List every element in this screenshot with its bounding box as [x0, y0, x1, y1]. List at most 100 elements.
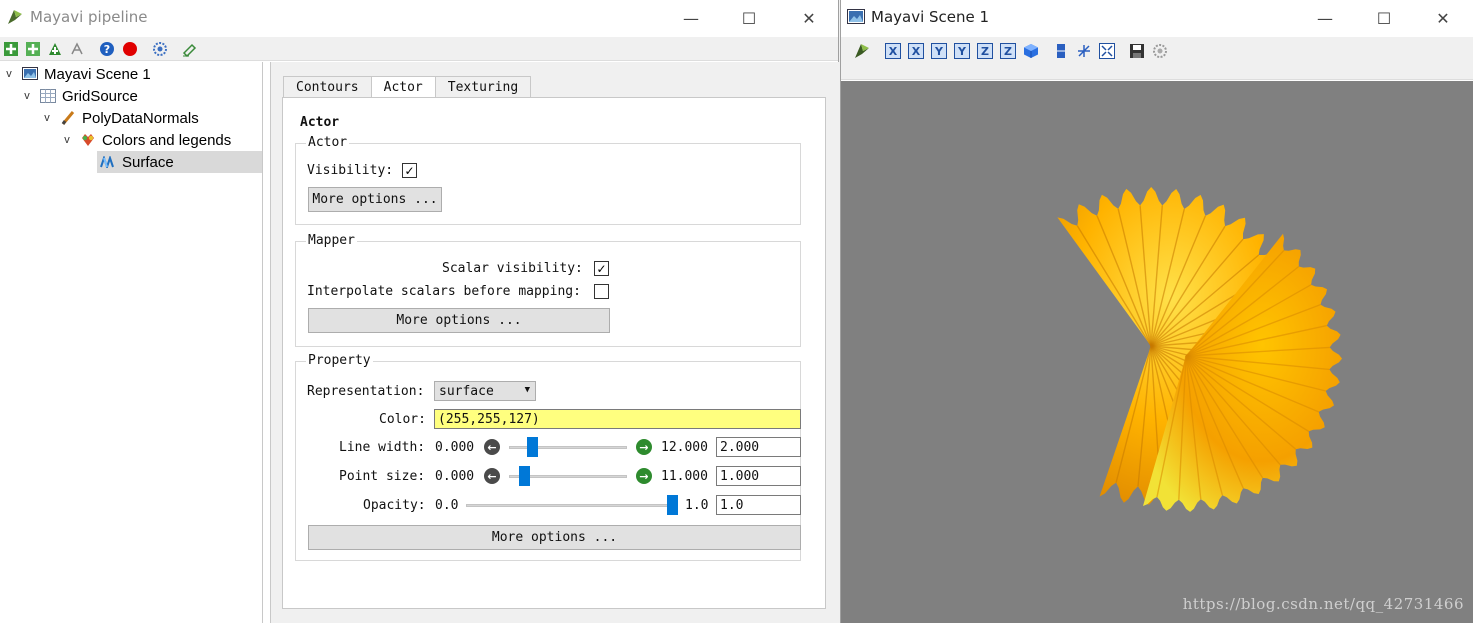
tree-label: Mayavi Scene 1	[44, 65, 151, 83]
minimize-button[interactable]: —	[1296, 0, 1354, 36]
scene-title: Mayavi Scene 1	[871, 8, 990, 26]
svg-text:X: X	[912, 45, 921, 58]
svg-text:Y: Y	[957, 45, 967, 58]
arrow-left-icon[interactable]: ←	[484, 468, 500, 484]
opacity-min: 0.0	[435, 498, 459, 513]
mapper-more-options-button[interactable]: More options ...	[308, 308, 610, 333]
color-label: Color:	[379, 412, 426, 427]
check-mark-icon: ✓	[596, 261, 607, 276]
view-minus-z-axis-icon[interactable]: Z	[999, 42, 1017, 60]
add-module-icon[interactable]	[46, 40, 64, 58]
scalar-visibility-label: Scalar visibility:	[442, 261, 583, 276]
record-icon[interactable]	[121, 40, 139, 58]
filter-icon	[60, 110, 76, 126]
arrow-left-icon[interactable]: ←	[484, 439, 500, 455]
tab-contours[interactable]: Contours	[283, 76, 372, 98]
chevron-down-icon[interactable]: v	[60, 134, 74, 146]
view-z-axis-icon[interactable]: Z	[976, 42, 994, 60]
line-width-slider-thumb[interactable]	[526, 437, 538, 457]
svg-text:?: ?	[104, 43, 110, 56]
color-field[interactable]: (255,255,127)	[434, 409, 801, 429]
surface-icon	[100, 154, 116, 170]
add-filter-icon[interactable]	[24, 40, 42, 58]
point-size-min: 0.000	[435, 469, 475, 484]
mapper-group: Mapper Scalar visibility: ✓ Interpolate …	[295, 233, 801, 347]
visibility-label: Visibility:	[307, 163, 394, 178]
scene-toolbar: X X Y Y Z Z	[841, 37, 1473, 80]
chevron-down-icon[interactable]: v	[20, 90, 34, 102]
actor-group: Actor Visibility: ✓ More options ...	[295, 135, 801, 225]
interpolate-scalars-checkbox[interactable]	[594, 284, 609, 299]
property-group: Property Representation: surface ▼ Color…	[295, 353, 801, 561]
scene-icon	[847, 9, 865, 24]
opacity-slider-track[interactable]	[466, 504, 678, 507]
chevron-down-icon[interactable]: v	[2, 68, 16, 80]
configure-scene-gear-icon[interactable]	[1151, 42, 1169, 60]
mayavi-pipeline-window: Mayavi pipeline — ☐ ✕ ? v Mayavi Scene 1…	[0, 0, 839, 623]
interpolate-scalars-label: Interpolate scalars before mapping:	[307, 284, 581, 299]
tree-label: Colors and legends	[102, 131, 232, 149]
view-minus-y-axis-icon[interactable]: Y	[953, 42, 971, 60]
visibility-checkbox[interactable]: ✓	[402, 163, 417, 178]
maximize-button[interactable]: ☐	[1355, 0, 1413, 36]
axes-indicator-icon[interactable]	[1075, 42, 1093, 60]
representation-select[interactable]: surface ▼	[434, 381, 536, 401]
save-icon[interactable]	[1128, 42, 1146, 60]
add-data-source-icon[interactable]	[2, 40, 20, 58]
svg-text:Y: Y	[934, 45, 944, 58]
line-width-label: Line width:	[339, 440, 426, 455]
help-icon[interactable]: ?	[98, 40, 116, 58]
chevron-down-icon[interactable]: v	[40, 112, 54, 124]
opacity-input[interactable]: 1.0	[716, 495, 801, 515]
mayavi-pipeline-icon[interactable]	[853, 42, 871, 60]
line-width-max: 12.000	[661, 440, 708, 455]
isometric-view-cube-icon[interactable]	[1022, 42, 1040, 60]
settings-gear-icon[interactable]	[151, 40, 169, 58]
parallel-projection-icon[interactable]	[1052, 42, 1070, 60]
opacity-max: 1.0	[685, 498, 709, 513]
actor-group-title: Actor	[306, 135, 350, 150]
view-minus-x-axis-icon[interactable]: X	[907, 42, 925, 60]
tree-node-scene[interactable]: v Mayavi Scene 1	[2, 63, 262, 85]
point-size-label: Point size:	[339, 469, 426, 484]
tree-node-colors-and-legends[interactable]: v Colors and legends	[60, 129, 260, 151]
scene-titlebar: Mayavi Scene 1 — ☐ ✕	[841, 0, 1473, 36]
tree-node-polydatanormals[interactable]: v PolyDataNormals	[40, 107, 260, 129]
line-width-input[interactable]: 2.000	[716, 437, 801, 457]
opacity-slider-thumb[interactable]	[667, 495, 678, 515]
property-more-options-button[interactable]: More options ...	[308, 525, 801, 550]
svg-text:Z: Z	[1004, 45, 1012, 58]
3d-scene-viewport[interactable]: https://blog.csdn.net/qq_42731466	[841, 81, 1473, 623]
tree-label: Surface	[122, 153, 174, 171]
point-size-slider-thumb[interactable]	[518, 466, 530, 486]
colors-icon	[80, 132, 96, 148]
close-button[interactable]: ✕	[780, 0, 838, 36]
minimize-button[interactable]: —	[662, 0, 720, 36]
tree-node-surface[interactable]: Surface	[97, 151, 262, 173]
tab-texturing[interactable]: Texturing	[434, 76, 532, 98]
mayavi-logo-icon	[8, 10, 22, 24]
view-y-axis-icon[interactable]: Y	[930, 42, 948, 60]
actor-more-options-button[interactable]: More options ...	[308, 187, 442, 212]
rendered-surface	[1057, 187, 1342, 512]
scalar-visibility-checkbox[interactable]: ✓	[594, 261, 609, 276]
properties-panel: Contours Actor Texturing Actor Actor Vis…	[270, 62, 839, 623]
pipeline-tree: v Mayavi Scene 1 v GridSource v PolyData…	[0, 62, 263, 623]
arrow-right-icon[interactable]: →	[636, 439, 652, 455]
maximize-button[interactable]: ☐	[720, 0, 778, 36]
close-button[interactable]: ✕	[1414, 0, 1472, 36]
pipeline-toolbar: ?	[0, 37, 838, 61]
mayavi-scene-window: Mayavi Scene 1 — ☐ ✕ X X Y Y Z Z https:/…	[840, 0, 1473, 623]
tab-actor[interactable]: Actor	[370, 76, 436, 99]
fullscreen-icon[interactable]	[1098, 42, 1116, 60]
line-width-min: 0.000	[435, 440, 475, 455]
scene-tool-icon[interactable]	[68, 40, 86, 58]
scene-icon	[22, 66, 38, 82]
edit-properties-icon[interactable]	[181, 40, 199, 58]
pipeline-title: Mayavi pipeline	[30, 8, 148, 26]
tree-node-gridsource[interactable]: v GridSource	[20, 85, 260, 107]
representation-value: surface	[439, 383, 494, 399]
view-x-axis-icon[interactable]: X	[884, 42, 902, 60]
point-size-input[interactable]: 1.000	[716, 466, 801, 486]
arrow-right-icon[interactable]: →	[636, 468, 652, 484]
